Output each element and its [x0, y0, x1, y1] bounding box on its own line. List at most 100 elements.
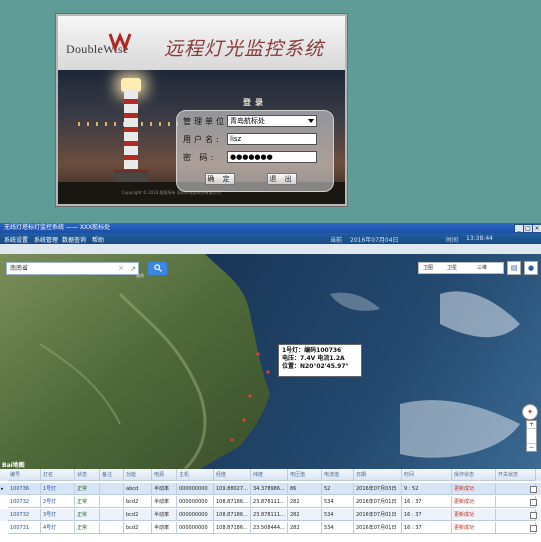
zoom-in-button[interactable]: +: [527, 421, 536, 428]
table-cell: 108.87186...: [214, 496, 251, 508]
popup-line-code: 1号灯：编码100736: [282, 347, 342, 354]
table-cell: 282: [288, 509, 322, 521]
table-cell: 2016年07月01日: [354, 522, 402, 534]
table-cell: 282: [288, 496, 322, 508]
login-panel-title: 登录: [243, 98, 267, 107]
current-row-marker: ▸: [1, 486, 4, 492]
zoom-out-button[interactable]: −: [527, 444, 536, 451]
column-header[interactable]: 电流值: [322, 469, 354, 481]
table-cell: 108.87186...: [214, 509, 251, 521]
column-header[interactable]: 电压值: [288, 469, 322, 481]
table-cell: 100731: [8, 522, 41, 534]
map-type-1[interactable]: 卫星: [447, 263, 457, 273]
table-cell: 正常: [75, 496, 100, 508]
light-info-popup: 1号灯：编码100736 电压：7.4V 电流1.2A 位置：N20°02'45…: [278, 344, 362, 377]
time-label: 时间: [446, 237, 459, 244]
menu-system-settings[interactable]: 系统设置: [4, 235, 28, 244]
password-input[interactable]: ●●●●●●●: [227, 151, 317, 163]
column-header[interactable]: 纬度: [251, 469, 288, 481]
map-type-0[interactable]: 卫图: [423, 263, 433, 273]
password-row: 密 码: ●●●●●●●: [183, 151, 329, 163]
column-header[interactable]: 电源: [152, 469, 177, 481]
column-header[interactable]: 开关状态: [496, 469, 536, 481]
zoom-slider[interactable]: [527, 428, 536, 444]
table-row[interactable]: 100732 3号灯 正常 bcd2 半动率 000000000 108.87186... 2…: [0, 509, 541, 521]
menu-data-query[interactable]: 数据查询: [62, 235, 86, 244]
compass-icon[interactable]: ✦: [522, 404, 538, 420]
lighthouse-photo: Copyright © 2010 版权所有 深圳市成都科技有限公司 登录 管理单…: [58, 70, 345, 204]
zoom-control[interactable]: + −: [526, 420, 537, 452]
table-cell: 000000000: [177, 496, 214, 508]
table-cell: 16 : 37: [402, 509, 452, 521]
username-input[interactable]: lisz: [227, 133, 317, 145]
table-cell: 正常: [75, 483, 100, 495]
route-label[interactable]: 路线: [136, 273, 144, 279]
user-label: 用户名:: [183, 135, 222, 144]
column-header[interactable]: 主机: [177, 469, 214, 481]
user-icon[interactable]: ●: [524, 261, 538, 275]
satellite-map[interactable]: 南南省 × ↗ 路线 卫图 卫星 三维 ▤ ● 1号灯：编码100736 电压：…: [0, 254, 541, 469]
window-title: 无线灯塔标灯监控系统 —— XXX航标处: [4, 224, 111, 231]
table-cell: 16 : 37: [402, 522, 452, 534]
table-cell: 更新成功: [452, 522, 496, 534]
table-cell: 1号灯: [41, 483, 75, 495]
table-row[interactable]: 100736 1号灯 正常 abcd 半动率 000000000 109.88027... 3…: [0, 483, 541, 495]
column-header[interactable]: 操作状态: [452, 469, 496, 481]
unit-select[interactable]: 青岛航标处: [227, 115, 317, 127]
table-cell: 更新成功: [452, 483, 496, 495]
login-title: 远程灯光监控系统: [164, 38, 325, 60]
map-type-2[interactable]: 三维: [477, 263, 487, 273]
column-header[interactable]: 灯名: [41, 469, 75, 481]
table-cell: 半动率: [152, 496, 177, 508]
map-search-input[interactable]: 南南省 × ↗: [6, 262, 139, 275]
table-cell: 更新成功: [452, 496, 496, 508]
clear-icon[interactable]: ×: [118, 263, 124, 274]
row-checkbox[interactable]: [530, 512, 537, 519]
column-header[interactable]: 日期: [354, 469, 402, 481]
table-cell: 000000000: [177, 509, 214, 521]
current-date: 2016年07月04日: [350, 237, 399, 244]
column-header[interactable]: 编号: [8, 469, 41, 481]
unit-label: 管理单位:: [183, 117, 233, 126]
menu-help[interactable]: 帮助: [92, 235, 104, 244]
column-header[interactable]: 经度: [214, 469, 251, 481]
exit-button[interactable]: 退 出: [267, 173, 297, 185]
popup-line-position: 位置：N20°02'45.97": [282, 363, 349, 370]
table-cell: 534: [322, 522, 354, 534]
table-cell: [100, 509, 124, 521]
login-window: DoubleWise 远程灯光监控系统 Copyright © 2010 版权所…: [56, 14, 347, 206]
map-logo: Bai地图: [2, 462, 25, 469]
table-row[interactable]: 100732 2号灯 正常 bcd2 半动率 000000000 108.87186... 2…: [0, 496, 541, 508]
user-row: 用户名: lisz: [183, 133, 329, 145]
password-label: 密 码:: [183, 153, 217, 162]
row-checkbox[interactable]: [530, 499, 537, 506]
row-checkbox[interactable]: [530, 486, 537, 493]
titlebar: 无线灯塔标灯监控系统 —— XXX航标处 _ □ ×: [0, 223, 541, 233]
map-type-switcher[interactable]: 卫图 卫星 三维: [418, 262, 504, 274]
column-header[interactable]: 功能: [124, 469, 152, 481]
table-header: 编号 灯名 状态 备注 功能 电源 主机 经度 纬度 电压值 电流值 日期 时间 操作状态 开关状态: [0, 469, 541, 481]
column-header[interactable]: 状态: [75, 469, 100, 481]
close-icon[interactable]: ×: [532, 224, 541, 233]
date-label: 当前: [330, 237, 343, 244]
login-header: DoubleWise 远程灯光监控系统: [58, 16, 345, 70]
table-cell: bcd2: [124, 522, 152, 534]
column-header[interactable]: 备注: [100, 469, 124, 481]
land-terrain: [0, 254, 520, 469]
ok-button[interactable]: 确 定: [205, 173, 235, 185]
table-row[interactable]: 100731 4号灯 正常 bcd2 半动率 000000000 108.87186... 2…: [0, 522, 541, 534]
table-cell: 100732: [8, 509, 41, 521]
table-cell: 000000000: [177, 483, 214, 495]
table-cell: 2016年07月03日: [354, 483, 402, 495]
table-cell: [100, 522, 124, 534]
table-cell: 16 : 37: [402, 496, 452, 508]
menu-system-management[interactable]: 系统管理: [34, 235, 58, 244]
search-button[interactable]: [148, 262, 167, 275]
layers-icon[interactable]: ▤: [507, 261, 521, 275]
row-checkbox[interactable]: [530, 525, 537, 532]
column-header[interactable]: 时间: [402, 469, 452, 481]
table-cell: 23.508444...: [251, 522, 288, 534]
table-cell: 4号灯: [41, 522, 75, 534]
table-cell: 更新成功: [452, 509, 496, 521]
current-time: 13:38:44: [466, 235, 493, 242]
